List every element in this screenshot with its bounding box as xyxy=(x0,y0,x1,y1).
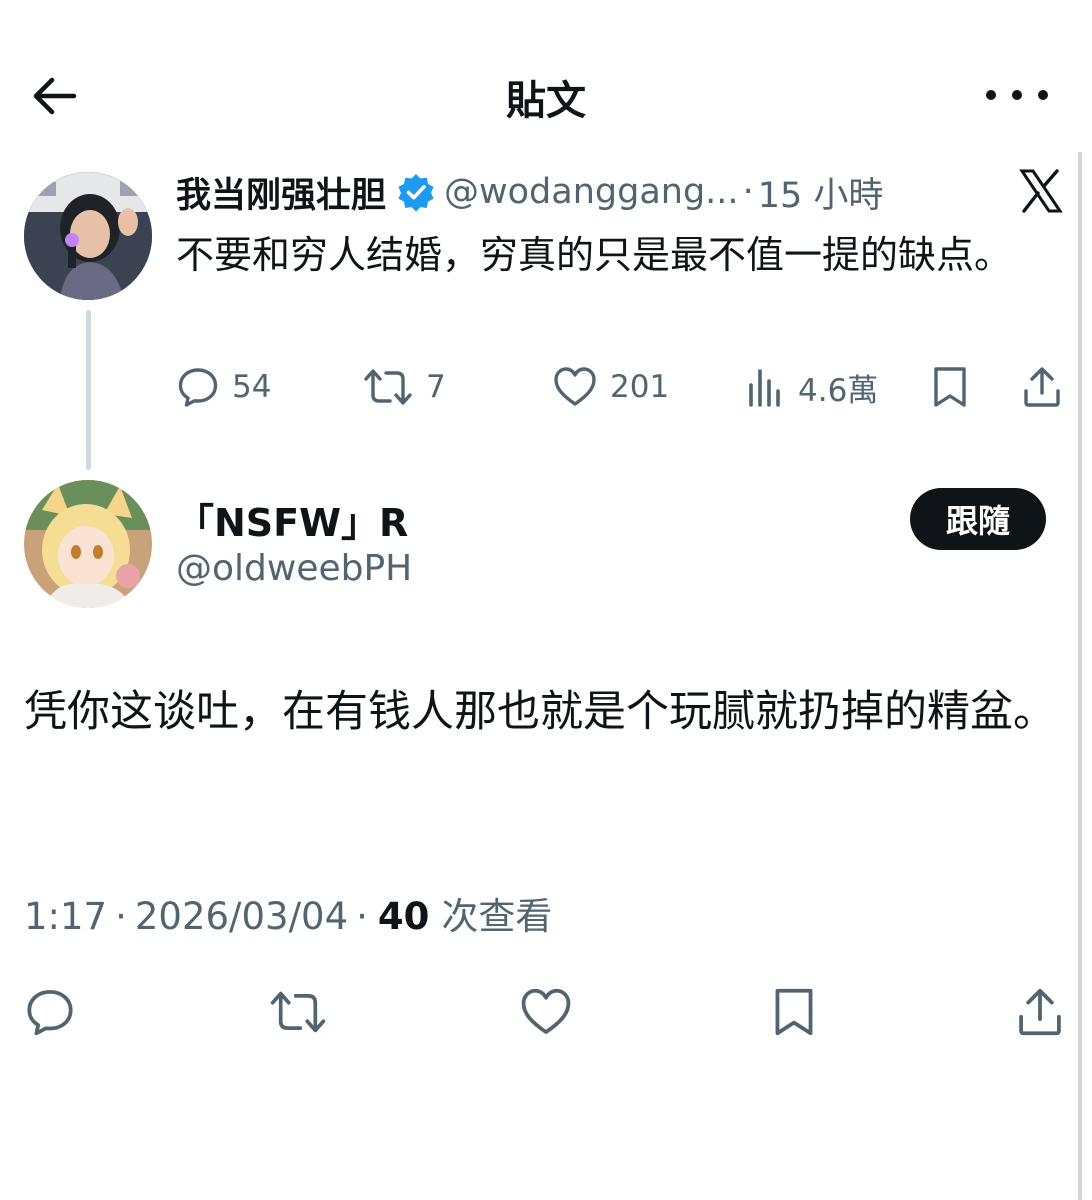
tweet-views-count[interactable]: 40 xyxy=(378,895,430,938)
scrollbar[interactable] xyxy=(1078,152,1082,1200)
bookmark-icon xyxy=(934,367,966,407)
parent-tweet-header: 我当刚强壮胆 @wodanggang... · 15 小時 xyxy=(176,166,883,218)
tweet-meta: 1:17 · 2026/03/04 · 40 次查看 xyxy=(24,886,552,940)
repost-button[interactable]: 7 xyxy=(362,362,446,412)
more-options-button[interactable] xyxy=(986,80,1048,110)
follow-button[interactable]: 跟隨 xyxy=(910,488,1046,550)
reply-button[interactable]: 54 xyxy=(176,362,271,412)
top-bar: 貼文 xyxy=(0,0,1092,150)
repost-count: 7 xyxy=(426,369,446,405)
main-author-name[interactable]: 「NSFW」R xyxy=(176,492,408,547)
main-tweet-actions xyxy=(0,984,1092,1040)
reply-button[interactable] xyxy=(20,984,80,1040)
main-author-avatar[interactable] xyxy=(24,480,152,608)
parent-author-handle[interactable]: @wodanggang... xyxy=(444,172,739,212)
x-logo-icon xyxy=(1019,169,1063,213)
page-title: 貼文 xyxy=(506,78,586,124)
views-button[interactable]: 4.6萬 xyxy=(746,362,878,412)
bookmark-button[interactable] xyxy=(930,362,970,412)
like-button[interactable]: 201 xyxy=(552,362,669,412)
reply-icon xyxy=(27,990,73,1036)
heart-icon xyxy=(521,988,571,1034)
share-icon xyxy=(1019,988,1061,1036)
meta-separator: · xyxy=(356,895,368,938)
bookmark-button[interactable] xyxy=(764,984,824,1040)
repost-icon xyxy=(270,991,326,1033)
avatar-image xyxy=(24,480,152,608)
parent-tweet-text: 不要和穷人结婚，穷真的只是最不值一提的缺点。 xyxy=(176,233,1013,277)
reply-icon xyxy=(178,368,218,407)
like-button[interactable] xyxy=(516,984,576,1040)
header-separator: · xyxy=(742,172,754,212)
parent-author-avatar[interactable] xyxy=(24,172,152,300)
more-dot xyxy=(1012,90,1022,100)
more-dot xyxy=(986,90,996,100)
like-count: 201 xyxy=(610,369,670,405)
parent-tweet-time[interactable]: 15 小時 xyxy=(758,167,884,218)
thread-connector-line xyxy=(86,310,91,470)
reply-count: 54 xyxy=(232,369,272,405)
meta-separator: · xyxy=(115,895,127,938)
parent-tweet-actions: 54 7 201 4.6萬 xyxy=(176,362,1066,412)
tweet-time[interactable]: 1:17 xyxy=(24,895,107,938)
avatar-image xyxy=(24,172,152,300)
tweet-date[interactable]: 2026/03/04 xyxy=(135,895,348,938)
views-count: 4.6萬 xyxy=(798,372,879,409)
repost-button[interactable] xyxy=(268,984,328,1040)
tweet-views-label[interactable]: 次查看 xyxy=(441,886,552,940)
main-author-handle[interactable]: @oldweebPH xyxy=(176,548,412,589)
share-button[interactable] xyxy=(1022,362,1062,412)
more-dot xyxy=(1038,90,1048,100)
verified-badge-icon xyxy=(398,174,434,212)
share-button[interactable] xyxy=(1010,984,1070,1040)
heart-icon xyxy=(554,367,596,406)
analytics-icon xyxy=(749,369,780,407)
repost-icon xyxy=(364,369,412,405)
parent-author-name[interactable]: 我当刚强壮胆 xyxy=(176,167,386,218)
share-icon xyxy=(1024,367,1060,407)
main-tweet-text: 凭你这谈吐，在有钱人那也就是个玩腻就扔掉的精盆。 xyxy=(24,687,1056,737)
bookmark-icon xyxy=(775,988,813,1036)
